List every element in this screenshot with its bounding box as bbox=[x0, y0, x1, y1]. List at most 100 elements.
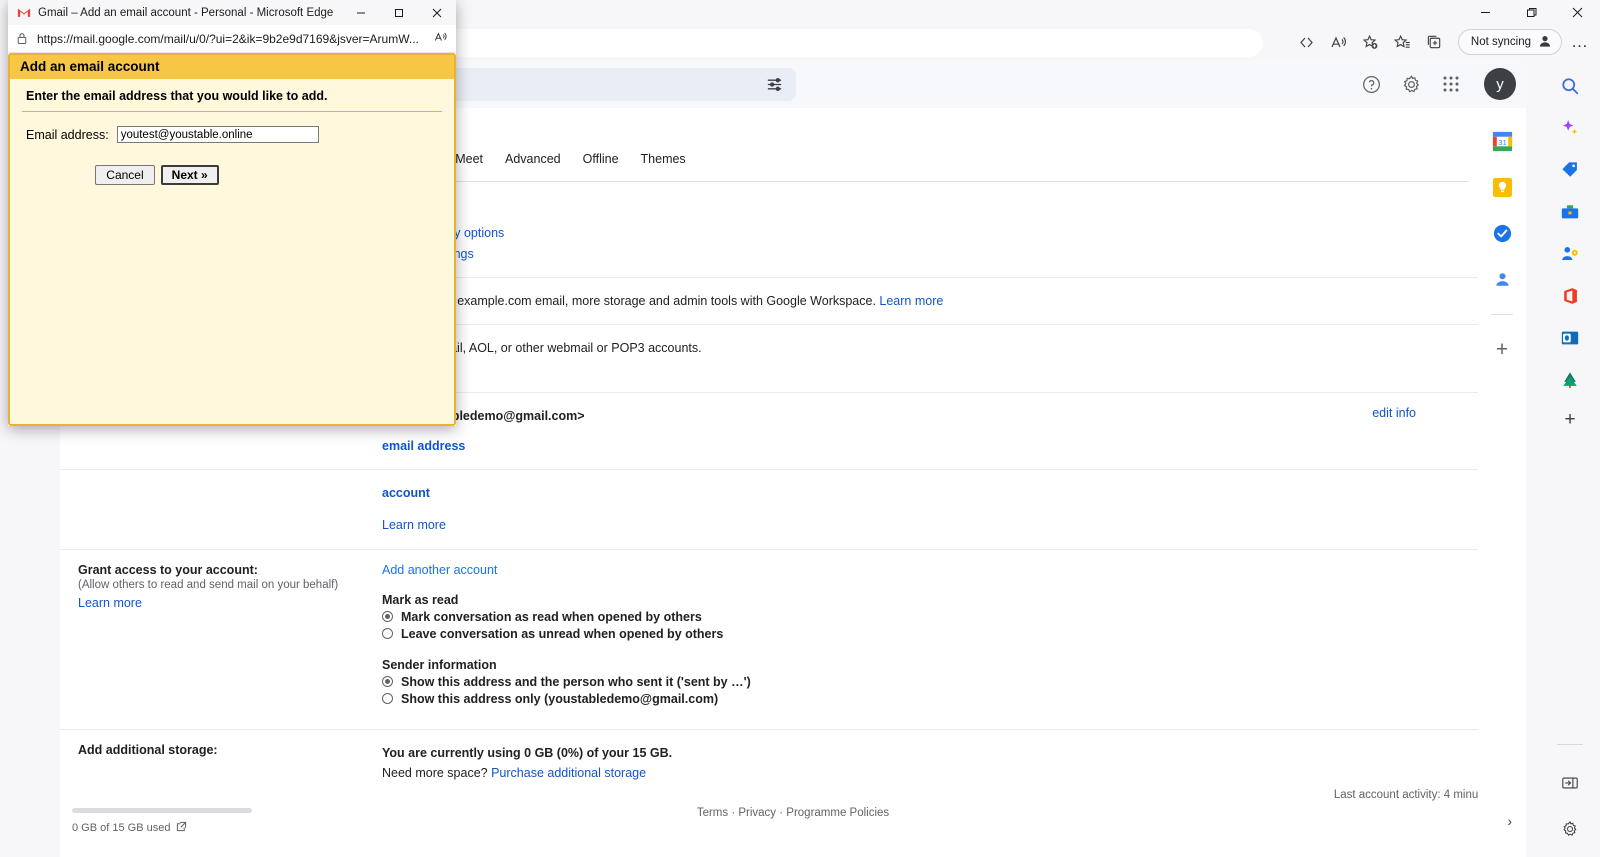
add-favorite-icon[interactable] bbox=[1356, 27, 1386, 57]
popup-button-row: Cancel Next » bbox=[10, 143, 454, 185]
email-address-label: Email address: bbox=[26, 127, 109, 142]
check-mail-learn-more-link[interactable]: Learn more bbox=[382, 515, 1386, 535]
popup-url-text[interactable]: https://mail.google.com/mail/u/0/?ui=2&i… bbox=[37, 32, 425, 46]
gmail-side-panel: 31 + bbox=[1478, 108, 1526, 857]
radio-indicator[interactable] bbox=[382, 611, 393, 622]
mark-as-read-title: Mark as read bbox=[382, 592, 459, 607]
change-password-link[interactable]: word bbox=[382, 203, 1386, 223]
minimize-icon[interactable] bbox=[1462, 0, 1508, 24]
outlook-icon[interactable] bbox=[1558, 326, 1582, 350]
row-label bbox=[78, 483, 382, 536]
add-email-account-popup-window: Gmail – Add an email account - Personal … bbox=[8, 0, 456, 426]
search-options-icon[interactable] bbox=[765, 75, 784, 94]
workspace-upsell-text: t yourname@example.com email, more stora… bbox=[382, 293, 880, 308]
other-account-settings-link[interactable]: Account settings bbox=[382, 244, 1386, 264]
rail-divider bbox=[1491, 314, 1513, 315]
popup-window-title: Gmail – Add an email account - Personal … bbox=[38, 6, 334, 19]
profile-avatar-icon bbox=[1538, 34, 1552, 51]
radio-label: Mark conversation as read when opened by… bbox=[401, 609, 702, 624]
add-rail-icon[interactable]: + bbox=[1496, 339, 1508, 360]
tab-offline[interactable]: Offline bbox=[583, 152, 619, 166]
sender-information-title: Sender information bbox=[382, 657, 497, 672]
radio-indicator[interactable] bbox=[382, 628, 393, 639]
storage-used-label: 0 GB of 15 GB used bbox=[72, 822, 171, 834]
edit-info-link[interactable]: edit info bbox=[1372, 406, 1416, 420]
gmail-logo-icon bbox=[16, 7, 31, 19]
grant-access-label: Grant access to your account: bbox=[78, 562, 258, 577]
favorites-icon[interactable] bbox=[1388, 27, 1418, 57]
email-address-input[interactable] bbox=[116, 126, 319, 143]
edge-window-controls bbox=[1462, 0, 1600, 24]
avatar[interactable]: y bbox=[1484, 68, 1516, 100]
sidebar-settings-icon[interactable] bbox=[1558, 817, 1582, 841]
add-mail-account-link[interactable]: account bbox=[382, 483, 1386, 503]
popup-maximize-icon[interactable] bbox=[380, 0, 418, 25]
add-another-account-link[interactable]: Add another account bbox=[382, 563, 1386, 577]
edge-sidebar: + bbox=[1540, 60, 1600, 857]
popup-subheading: Enter the email address that you would l… bbox=[26, 89, 328, 103]
search-icon[interactable] bbox=[1558, 74, 1582, 98]
external-link-icon[interactable] bbox=[176, 821, 187, 835]
popup-address-bar: https://mail.google.com/mail/u/0/?ui=2&i… bbox=[8, 25, 456, 53]
cancel-button[interactable]: Cancel bbox=[95, 165, 155, 185]
settings-row-check-mail: account Learn more bbox=[60, 470, 1526, 550]
radio-leave-unread[interactable]: Leave conversation as unread when opened… bbox=[382, 627, 1386, 641]
popup-close-icon[interactable] bbox=[418, 0, 456, 25]
read-aloud-icon[interactable] bbox=[1324, 27, 1354, 57]
email-address-field-row: Email address: bbox=[10, 112, 454, 143]
grant-access-learn-more-link[interactable]: Learn more bbox=[78, 596, 368, 610]
radio-indicator[interactable] bbox=[382, 676, 393, 687]
split-screen-icon[interactable] bbox=[1292, 27, 1322, 57]
import-description: ahoo!, Hotmail, AOL, or other webmail or… bbox=[382, 341, 702, 355]
edge-toolbar-icons: Not syncing … bbox=[1292, 24, 1594, 60]
collections-icon[interactable] bbox=[1420, 27, 1450, 57]
games-icon[interactable] bbox=[1558, 242, 1582, 266]
settings-gear-icon[interactable] bbox=[1398, 71, 1424, 97]
drop-icon[interactable] bbox=[1558, 368, 1582, 392]
google-apps-icon[interactable] bbox=[1438, 71, 1464, 97]
help-icon[interactable] bbox=[1358, 71, 1384, 97]
radio-mark-as-read[interactable]: Mark conversation as read when opened by… bbox=[382, 610, 1386, 624]
office-icon[interactable] bbox=[1558, 284, 1582, 308]
gmail-footer: 0 GB of 15 GB used Terms · Privacy · Pro… bbox=[60, 687, 1526, 857]
tools-icon[interactable] bbox=[1558, 200, 1582, 224]
sidebar-toggle-icon[interactable] bbox=[1558, 771, 1582, 795]
workspace-learn-more-link[interactable]: Learn more bbox=[879, 294, 943, 308]
storage-used-text: 0 GB of 15 GB used bbox=[72, 821, 187, 835]
sync-status-label: Not syncing bbox=[1470, 36, 1531, 48]
google-contacts-icon[interactable] bbox=[1491, 268, 1513, 290]
edge-settings-and-more-button[interactable]: … bbox=[1566, 28, 1594, 56]
edge-sidebar-bottom bbox=[1540, 744, 1600, 857]
shopping-icon[interactable] bbox=[1558, 158, 1582, 182]
restore-icon[interactable] bbox=[1508, 0, 1554, 24]
close-icon[interactable] bbox=[1554, 0, 1600, 24]
popup-dialog-body: Add an email account Enter the email add… bbox=[8, 53, 456, 426]
change-password-recovery-link[interactable]: word recovery options bbox=[382, 223, 1386, 243]
google-tasks-icon[interactable] bbox=[1491, 222, 1513, 244]
read-aloud-icon[interactable] bbox=[434, 30, 448, 47]
import-mail-and-contacts-link[interactable]: nd contacts bbox=[382, 358, 1386, 378]
popup-titlebar: Gmail – Add an email account - Personal … bbox=[8, 0, 456, 25]
radio-label: Leave conversation as unread when opened… bbox=[401, 626, 724, 641]
popup-minimize-icon[interactable] bbox=[342, 0, 380, 25]
popup-heading: Add an email account bbox=[10, 55, 454, 79]
expand-side-panel-icon[interactable]: › bbox=[1507, 813, 1512, 829]
add-another-email-address-link[interactable]: email address bbox=[382, 436, 1386, 456]
popup-window-controls bbox=[342, 0, 456, 25]
gmail-top-right-actions: y bbox=[1358, 60, 1516, 108]
lock-icon bbox=[16, 32, 28, 45]
copilot-icon[interactable] bbox=[1558, 116, 1582, 140]
svg-text:31: 31 bbox=[1498, 137, 1506, 146]
google-keep-icon[interactable] bbox=[1491, 176, 1513, 198]
screen: Not syncing … y Meet Advanced Offline Th… bbox=[0, 0, 1600, 857]
grant-access-note: (Allow others to read and send mail on y… bbox=[78, 578, 339, 591]
tab-themes[interactable]: Themes bbox=[641, 152, 686, 166]
next-button[interactable]: Next » bbox=[160, 165, 219, 185]
footer-policy-links[interactable]: Terms · Privacy · Programme Policies bbox=[60, 807, 1526, 819]
send-mail-as-address: mo <youstabledemo@gmail.com> bbox=[382, 408, 585, 423]
add-sidebar-icon[interactable]: + bbox=[1564, 410, 1575, 429]
sidebar-divider bbox=[1557, 744, 1583, 745]
sync-status-button[interactable]: Not syncing bbox=[1457, 29, 1562, 55]
tab-advanced[interactable]: Advanced bbox=[505, 152, 561, 166]
google-calendar-icon[interactable]: 31 bbox=[1491, 130, 1513, 152]
